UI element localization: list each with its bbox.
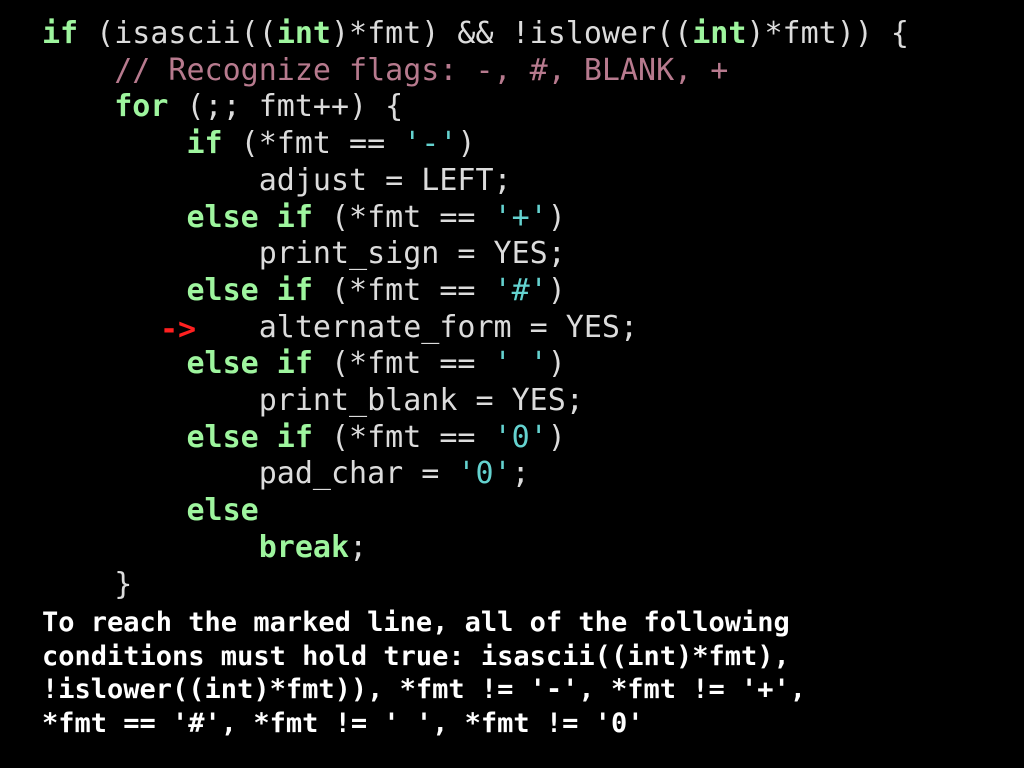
code-text: (*fmt ==	[312, 419, 494, 455]
code-line: print_blank = YES;	[42, 383, 584, 420]
explanation-line: !islower((int)*fmt)), *fmt != '-', *fmt …	[42, 674, 807, 705]
code-line: else if (*fmt == '#')	[42, 273, 566, 310]
code-keyword: if	[42, 16, 79, 51]
code-char-literal: '0'	[457, 456, 512, 492]
code-line: for (;; fmt++) {	[42, 89, 403, 126]
marker-arrow: ->	[160, 312, 197, 347]
code-comment: // Recognize flags: -, #, BLANK, +	[114, 52, 729, 88]
code-keyword: else if	[186, 346, 313, 382]
code-line: // Recognize flags: -, #, BLANK, +	[42, 53, 728, 90]
code-line-marked: alternate_form = YES;	[42, 310, 638, 347]
code-text: (*fmt ==	[222, 126, 404, 162]
code-line: }	[42, 567, 132, 604]
code-keyword: else if	[186, 419, 313, 455]
code-char-literal: '0'	[493, 419, 548, 455]
code-text: )	[457, 126, 476, 162]
code-char-literal: '#'	[493, 272, 548, 308]
code-text: (isascii((	[78, 16, 277, 51]
code-line: else if (*fmt == '+')	[42, 200, 566, 237]
code-keyword: int	[276, 16, 331, 51]
code-char-literal: '-'	[403, 126, 458, 162]
code-text: )*fmt) && !islower((	[331, 16, 693, 51]
code-line: break;	[42, 530, 367, 567]
code-keyword: else	[186, 493, 259, 529]
code-text: (*fmt ==	[312, 346, 494, 382]
code-text: ;	[511, 456, 530, 492]
code-text: )	[547, 346, 566, 382]
code-text: )	[547, 199, 566, 235]
explanation-line: To reach the marked line, all of the fol…	[42, 607, 790, 638]
code-text: (*fmt ==	[312, 199, 494, 235]
code-text: ;	[349, 529, 368, 565]
code-text: alternate_form = YES;	[42, 309, 639, 345]
code-keyword: break	[258, 529, 350, 565]
code-line: else if (*fmt == '0')	[42, 420, 566, 457]
code-text: pad_char =	[42, 456, 458, 492]
code-text: )*fmt)) {	[746, 16, 909, 51]
code-text: )	[547, 272, 566, 308]
code-text: (*fmt ==	[312, 272, 494, 308]
code-line: pad_char = '0';	[42, 456, 530, 493]
code-line: adjust = LEFT;	[42, 163, 512, 200]
code-text: )	[547, 419, 566, 455]
code-line: if (*fmt == '-')	[42, 126, 476, 163]
code-char-literal: '+'	[493, 199, 548, 235]
code-line: print_sign = YES;	[42, 236, 566, 273]
code-keyword: for	[114, 89, 169, 125]
code-char-literal: ' '	[493, 346, 548, 382]
code-text: }	[42, 566, 133, 602]
code-line: if (isascii((int)*fmt) && !islower((int)…	[42, 16, 909, 53]
code-keyword: else if	[186, 272, 313, 308]
code-text: print_blank = YES;	[42, 383, 584, 418]
explanation-text: To reach the marked line, all of the fol…	[42, 606, 1002, 740]
explanation-line: conditions must hold true: isascii((int)…	[42, 640, 790, 672]
code-line: else	[42, 493, 259, 530]
code-keyword: if	[186, 126, 223, 162]
code-keyword: else if	[186, 199, 313, 235]
code-text: print_sign = YES;	[42, 236, 566, 272]
code-text: (;; fmt++) {	[168, 89, 404, 125]
code-keyword: int	[692, 16, 747, 51]
code-text: adjust = LEFT;	[42, 162, 512, 198]
code-line: else if (*fmt == ' ')	[42, 346, 566, 383]
explanation-line: *fmt == '#', *fmt != ' ', *fmt != '0'	[42, 707, 644, 739]
